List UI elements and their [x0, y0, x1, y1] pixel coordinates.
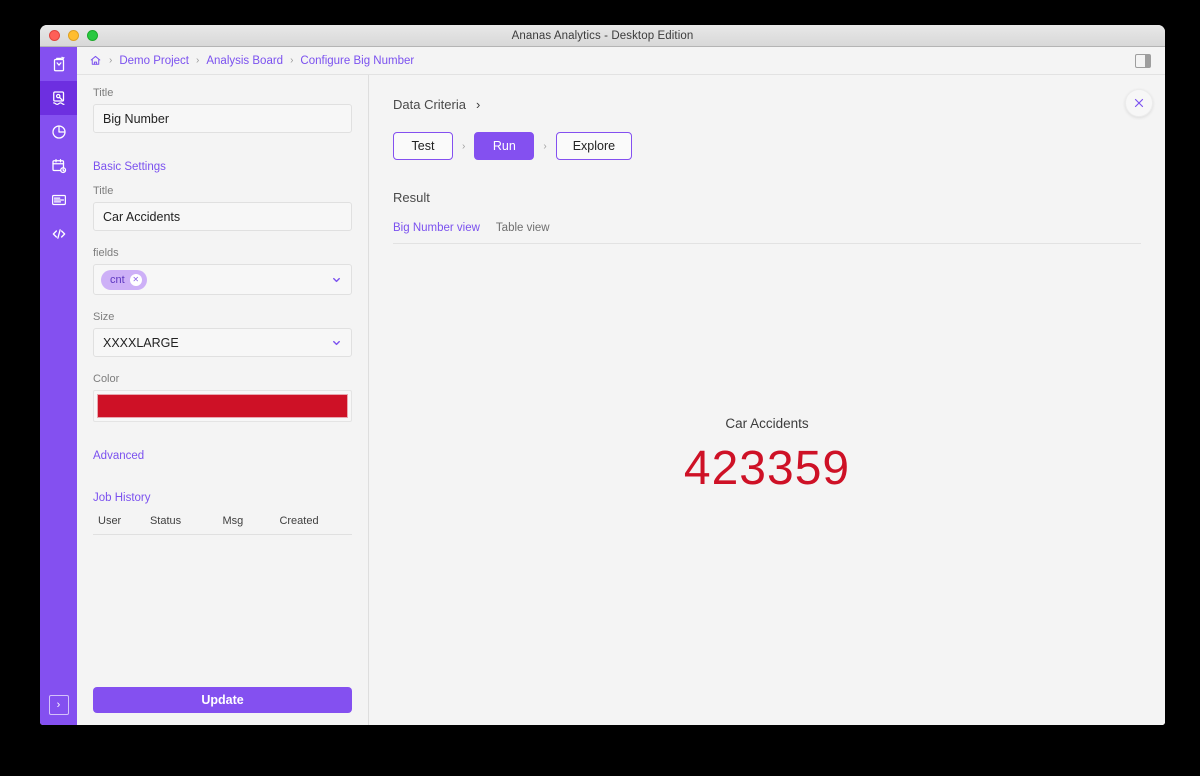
- action-buttons: Test › Run › Explore: [393, 132, 1141, 160]
- breadcrumb-item-analysis-board[interactable]: Analysis Board: [206, 55, 283, 67]
- size-selected-value: XXXXLARGE: [103, 335, 179, 350]
- field-chip-cnt[interactable]: cnt ✕: [101, 269, 147, 290]
- chevron-right-icon: ›: [48, 695, 69, 715]
- color-swatch[interactable]: [97, 394, 348, 418]
- window-title: Ananas Analytics - Desktop Edition: [511, 29, 694, 42]
- breadcrumb-separator-3: ›: [290, 55, 294, 66]
- main-content: › Demo Project › Analysis Board › Config…: [77, 47, 1165, 725]
- data-criteria-label: Data Criteria: [393, 97, 466, 112]
- advanced-header[interactable]: Advanced: [93, 450, 144, 462]
- big-number-caption: Car Accidents: [725, 416, 809, 431]
- sidebar-item-project[interactable]: [40, 47, 77, 81]
- inner-title-input[interactable]: [93, 202, 352, 231]
- fields-select[interactable]: cnt ✕: [93, 264, 352, 295]
- sidebar-expand-button[interactable]: ›: [40, 685, 77, 725]
- job-history-col-status: Status: [149, 512, 223, 535]
- job-history-header[interactable]: Job History: [93, 492, 151, 504]
- desktop-background: Ananas Analytics - Desktop Edition › › D…: [0, 0, 1200, 776]
- job-history-table: User Status Msg Created: [93, 512, 352, 535]
- config-form-scroll: Title Basic Settings Title fields: [77, 75, 368, 677]
- inner-title-label: Title: [93, 185, 114, 197]
- chevron-right-icon: ›: [475, 97, 481, 112]
- basic-settings-header[interactable]: Basic Settings: [93, 161, 166, 173]
- color-label: Color: [93, 373, 120, 385]
- job-history-col-user: User: [93, 512, 150, 535]
- title-label: Title: [93, 87, 114, 99]
- job-history-col-created: Created: [279, 512, 352, 535]
- breadcrumb-separator-2: ›: [196, 55, 200, 66]
- test-button[interactable]: Test: [393, 132, 453, 160]
- update-button[interactable]: Update: [93, 687, 352, 713]
- explore-button[interactable]: Explore: [555, 132, 633, 160]
- result-panel: Data Criteria › Test › Run › Explore Res…: [369, 75, 1165, 725]
- breadcrumb-item-demo-project[interactable]: Demo Project: [119, 55, 189, 67]
- size-select[interactable]: XXXXLARGE: [93, 328, 352, 357]
- breadcrumb-separator-1: ›: [109, 55, 113, 66]
- run-button[interactable]: Run: [474, 132, 535, 160]
- panel-layout-toggle-icon[interactable]: [1135, 53, 1151, 68]
- close-panel-button[interactable]: [1125, 89, 1153, 117]
- tab-table-view[interactable]: Table view: [496, 222, 550, 234]
- remove-chip-icon[interactable]: ✕: [129, 273, 142, 286]
- panels-container: Title Basic Settings Title fields: [77, 75, 1165, 725]
- job-history-header-row: User Status Msg Created: [93, 512, 352, 535]
- action-separator-2: ›: [543, 140, 547, 152]
- tab-big-number-view[interactable]: Big Number view: [393, 222, 480, 234]
- sidebar-item-code[interactable]: [40, 217, 77, 251]
- home-icon[interactable]: [89, 54, 102, 67]
- title-input[interactable]: [93, 104, 352, 133]
- fields-label: fields: [93, 247, 119, 259]
- field-chip-label: cnt: [110, 273, 125, 286]
- window-body: › › Demo Project › Analysis Board › Conf…: [40, 47, 1165, 725]
- size-label: Size: [93, 311, 115, 323]
- sidebar-item-schedule[interactable]: [40, 149, 77, 183]
- job-history-col-msg: Msg: [222, 512, 280, 535]
- data-criteria-header[interactable]: Data Criteria ›: [393, 75, 1141, 112]
- config-form-panel: Title Basic Settings Title fields: [77, 75, 369, 725]
- big-number-display: Car Accidents 423359: [393, 244, 1141, 725]
- color-picker[interactable]: [93, 390, 352, 422]
- big-number-value: 423359: [683, 442, 851, 495]
- result-label: Result: [393, 190, 430, 205]
- breadcrumb-item-configure-big-number[interactable]: Configure Big Number: [300, 55, 414, 67]
- sidebar-item-reports[interactable]: [40, 183, 77, 217]
- sidebar-rail: ›: [40, 47, 77, 725]
- chevron-down-icon: [331, 337, 342, 348]
- chevron-down-icon: [331, 274, 342, 285]
- sidebar-item-charts[interactable]: [40, 115, 77, 149]
- window-titlebar: Ananas Analytics - Desktop Edition: [40, 25, 1165, 47]
- result-view-tabs: Big Number view Table view: [393, 222, 1141, 244]
- app-window: Ananas Analytics - Desktop Edition › › D…: [40, 25, 1165, 725]
- sidebar-item-analysis[interactable]: [40, 81, 77, 115]
- config-form-footer: Update: [77, 677, 368, 725]
- action-separator-1: ›: [462, 140, 466, 152]
- breadcrumb: › Demo Project › Analysis Board › Config…: [77, 47, 1165, 75]
